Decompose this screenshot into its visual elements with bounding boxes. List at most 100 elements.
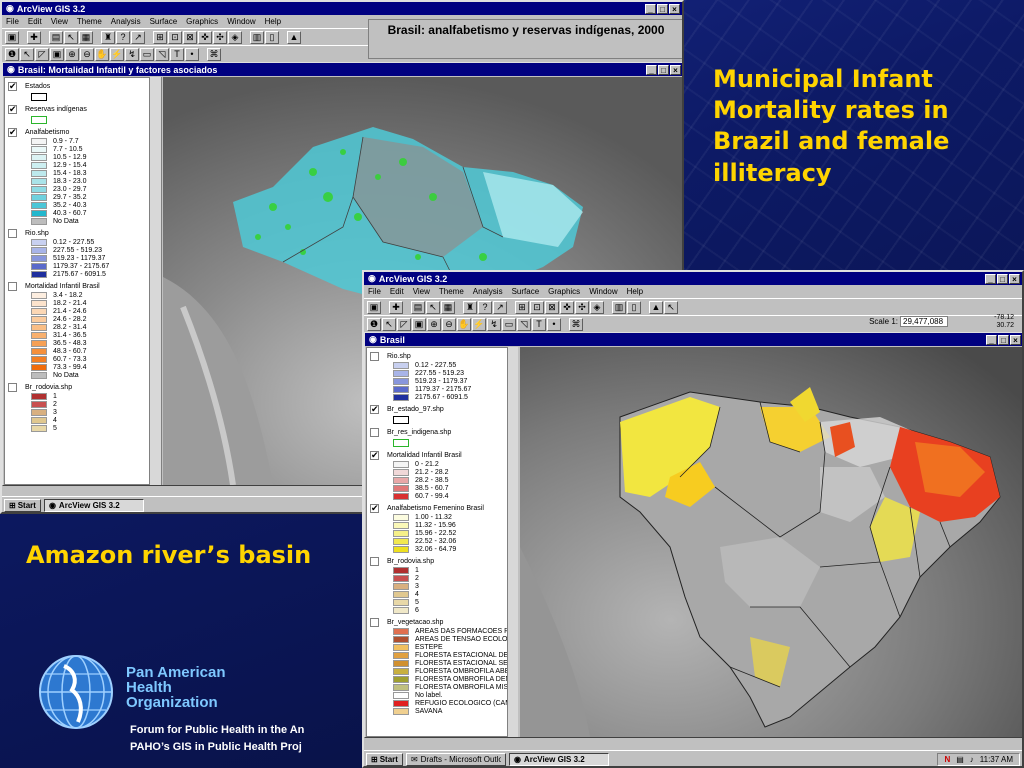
select-all-icon[interactable]: ▥: [250, 30, 264, 44]
open-table-icon[interactable]: ▦: [79, 30, 93, 44]
theme-properties-icon[interactable]: ▤: [49, 30, 63, 44]
text-icon[interactable]: T: [532, 317, 546, 331]
network-icon[interactable]: N: [944, 755, 950, 764]
start-button[interactable]: ⊞ Start: [366, 752, 403, 766]
layer-checkbox[interactable]: [8, 383, 17, 392]
taskbar-arcview[interactable]: ◉ ArcView GIS 3.2: [43, 498, 144, 512]
edit-legend-icon[interactable]: ↖: [64, 30, 78, 44]
layer-checkbox-checked[interactable]: ✔: [8, 82, 17, 91]
menu-view[interactable]: View: [413, 287, 430, 296]
pan-icon[interactable]: ✋: [457, 317, 471, 331]
view-minimize-button[interactable]: _: [646, 64, 657, 75]
clock[interactable]: 11:37 AM: [980, 755, 1013, 764]
identify-icon[interactable]: ❶: [5, 47, 19, 61]
view-maximize-button[interactable]: □: [658, 64, 669, 75]
save-icon[interactable]: ▣: [5, 30, 19, 44]
table-of-contents[interactable]: Rio.shp 0.12 - 227.55 227.55 - 519.23 519.2…: [366, 347, 518, 737]
pointer-icon[interactable]: ↖: [382, 317, 396, 331]
toc-layer[interactable]: Br_rodovia.shp 1 2 3 4 5 6: [367, 557, 517, 614]
toc-scrollbar[interactable]: [149, 77, 161, 485]
layer-checkbox[interactable]: [370, 352, 379, 361]
menu-window[interactable]: Window: [589, 287, 617, 296]
menu-edit[interactable]: Edit: [28, 17, 42, 26]
toc-layer[interactable]: Br_vegetacao.shp AREAS DAS FORMACOES PI AR…: [367, 618, 517, 715]
draw-point-icon[interactable]: •: [547, 317, 561, 331]
taskbar-outlook[interactable]: ✉Drafts - Microsoft Outlook: [405, 752, 506, 766]
zoom-in-tool-icon[interactable]: ⊕: [65, 47, 79, 61]
layer-checkbox-checked[interactable]: ✔: [370, 504, 379, 513]
toc-layer[interactable]: ✔ Analfabetismo Femenino Brasil 1.00 - 11.…: [367, 504, 517, 553]
layer-checkbox[interactable]: [8, 282, 17, 291]
arcview-window-front[interactable]: ◉ ArcView GIS 3.2 _ □ × File Edit View Them…: [362, 270, 1024, 768]
window-titlebar[interactable]: ◉ ArcView GIS 3.2 _ □ ×: [364, 272, 1022, 285]
vertex-edit-icon[interactable]: ◸: [35, 47, 49, 61]
toc-layer[interactable]: Mortalidad Infantil Brasil 3.4 - 18.2 18.2…: [5, 282, 161, 379]
toc-layer[interactable]: ✔ Analfabetismo 0.9 - 7.7 7.7 - 10.5 10.5 - …: [5, 128, 161, 225]
add-theme-icon[interactable]: ✚: [389, 300, 403, 314]
menu-theme[interactable]: Theme: [77, 17, 102, 26]
zoom-in-tool-icon[interactable]: ⊕: [427, 317, 441, 331]
map-view-brasil[interactable]: [520, 347, 1022, 737]
window-titlebar[interactable]: ◉ ArcView GIS 3.2 _ □ ×: [2, 2, 682, 15]
select-feature-icon[interactable]: ▣: [50, 47, 64, 61]
toc-layer[interactable]: Br_rodovia.shp 1 2 3 4 5: [5, 383, 161, 432]
zoom-out-tool-icon[interactable]: ⊖: [442, 317, 456, 331]
area-of-interest-icon[interactable]: ▭: [140, 47, 154, 61]
menu-window[interactable]: Window: [227, 17, 255, 26]
zoom-out-icon[interactable]: ✣: [575, 300, 589, 314]
taskbar-arcview[interactable]: ◉ ArcView GIS 3.2: [508, 752, 609, 766]
toc-layer[interactable]: ✔ Estados: [5, 82, 161, 101]
open-table-icon[interactable]: ▦: [441, 300, 455, 314]
menu-file[interactable]: File: [6, 17, 19, 26]
text-icon[interactable]: T: [170, 47, 184, 61]
menu-theme[interactable]: Theme: [439, 287, 464, 296]
view-minimize-button[interactable]: _: [986, 334, 997, 345]
clear-selection-icon[interactable]: ▯: [265, 30, 279, 44]
menu-analysis[interactable]: Analysis: [111, 17, 141, 26]
layer-checkbox-checked[interactable]: ✔: [8, 128, 17, 137]
view-close-button[interactable]: ×: [1010, 334, 1021, 345]
view-titlebar[interactable]: ◉ Brasil: Mortalidad Infantil y factores…: [3, 63, 682, 76]
menu-file[interactable]: File: [368, 287, 381, 296]
toc-layer[interactable]: Rio.shp 0.12 - 227.55 227.55 - 519.23 519.2…: [5, 229, 161, 278]
language-icon[interactable]: ▤: [956, 755, 964, 764]
layer-checkbox[interactable]: [370, 557, 379, 566]
toc-layer[interactable]: Rio.shp 0.12 - 227.55 227.55 - 519.23 519.2…: [367, 352, 517, 401]
minimize-button[interactable]: _: [985, 273, 996, 284]
add-theme-icon[interactable]: ✚: [27, 30, 41, 44]
menu-help[interactable]: Help: [627, 287, 643, 296]
menu-analysis[interactable]: Analysis: [473, 287, 503, 296]
scale-input[interactable]: 29,477,088: [900, 316, 948, 327]
zoom-out-icon[interactable]: ✣: [213, 30, 227, 44]
maximize-button[interactable]: □: [997, 273, 1008, 284]
measure-icon[interactable]: ⚡: [110, 47, 124, 61]
table-of-contents[interactable]: ✔ Estados ✔ Reservas indígenas ✔ Analfabetism…: [4, 77, 162, 485]
context-help-icon[interactable]: ↖: [664, 300, 678, 314]
clear-selection-icon[interactable]: ▯: [627, 300, 641, 314]
edit-legend-icon[interactable]: ↖: [426, 300, 440, 314]
find-icon[interactable]: ♜: [101, 30, 115, 44]
hotlink-icon[interactable]: ↯: [487, 317, 501, 331]
locate-icon[interactable]: ?: [478, 300, 492, 314]
layer-checkbox[interactable]: [370, 618, 379, 627]
help-icon[interactable]: ▲: [287, 30, 301, 44]
zoom-full-icon[interactable]: ⊞: [153, 30, 167, 44]
label-icon[interactable]: ◹: [517, 317, 531, 331]
toc-layer[interactable]: ✔ Reservas indígenas: [5, 105, 161, 124]
zoom-selected-icon[interactable]: ⊠: [545, 300, 559, 314]
close-button[interactable]: ×: [669, 3, 680, 14]
menu-graphics[interactable]: Graphics: [186, 17, 218, 26]
view-close-button[interactable]: ×: [670, 64, 681, 75]
toc-layer[interactable]: ✔ Mortalidad Infantil Brasil 0 - 21.2 21.2 …: [367, 451, 517, 500]
layer-checkbox[interactable]: [370, 428, 379, 437]
start-button[interactable]: ⊞ Start: [4, 498, 41, 512]
theme-properties-icon[interactable]: ▤: [411, 300, 425, 314]
select-feature-icon[interactable]: ▣: [412, 317, 426, 331]
zoom-full-icon[interactable]: ⊞: [515, 300, 529, 314]
measure-icon[interactable]: ⚡: [472, 317, 486, 331]
pointer-icon[interactable]: ↖: [20, 47, 34, 61]
toc-layer[interactable]: ✔ Br_estado_97.shp: [367, 405, 517, 424]
select-all-icon[interactable]: ▥: [612, 300, 626, 314]
view-window-brasil[interactable]: ◉ Brasil _ □ × Rio.shp 0.12 - 227.55 227.5…: [364, 332, 1022, 738]
hotlink-icon[interactable]: ↯: [125, 47, 139, 61]
